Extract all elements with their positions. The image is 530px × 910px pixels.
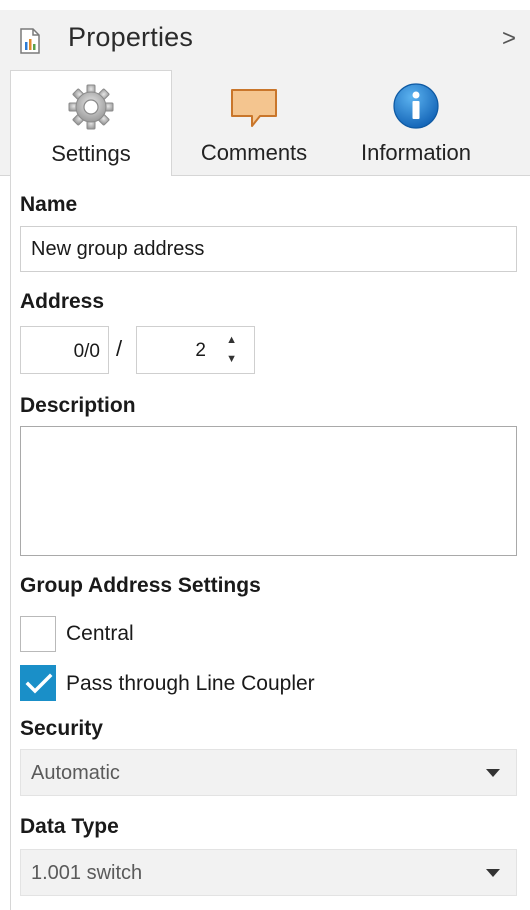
speech-bubble-icon [231,89,277,127]
gear-icon [68,84,114,130]
properties-icon [20,28,40,54]
central-checkbox[interactable] [20,616,56,652]
address-label: Address [20,290,105,313]
description-label: Description [20,394,136,417]
tab-settings[interactable]: Settings [10,70,172,177]
info-icon [393,83,439,129]
properties-panel: Properties > Settings Comments Informati… [0,0,530,910]
description-textarea[interactable] [20,426,517,556]
chevron-down-icon [486,769,500,777]
pass-through-checkbox[interactable] [20,665,56,701]
address-separator: / [116,336,123,361]
tab-information-label: Information [360,140,472,165]
tab-comments[interactable]: Comments [184,70,324,176]
security-dropdown[interactable]: Automatic [20,749,517,796]
panel-header: Properties > [0,10,530,70]
data-type-label: Data Type [20,815,119,838]
collapse-panel-icon[interactable]: > [500,27,518,51]
security-value: Automatic [31,762,120,784]
panel-title: Properties [68,22,194,52]
tab-comments-label: Comments [200,140,308,165]
address-sub-value: 2 [195,340,206,361]
spin-down-icon[interactable]: ▼ [226,353,237,365]
data-type-value: 1.001 switch [31,862,143,884]
pass-through-label: Pass through Line Coupler [66,672,315,695]
name-input[interactable]: New group address [20,226,517,272]
chevron-down-icon [486,869,500,877]
data-type-dropdown[interactable]: 1.001 switch [20,849,517,896]
tab-settings-label: Settings [51,141,131,166]
checkmark-icon [25,673,53,694]
spin-up-icon[interactable]: ▲ [226,334,237,346]
security-label: Security [20,717,103,740]
address-sub-stepper[interactable]: 2 ▲ ▼ [136,326,255,374]
central-label: Central [66,622,134,645]
group-address-settings-label: Group Address Settings [20,574,261,597]
tab-information[interactable]: Information [345,70,487,176]
address-main-field[interactable]: 0/0 [20,326,109,374]
name-label: Name [20,193,78,216]
tab-bar: Settings Comments Information [0,70,530,177]
